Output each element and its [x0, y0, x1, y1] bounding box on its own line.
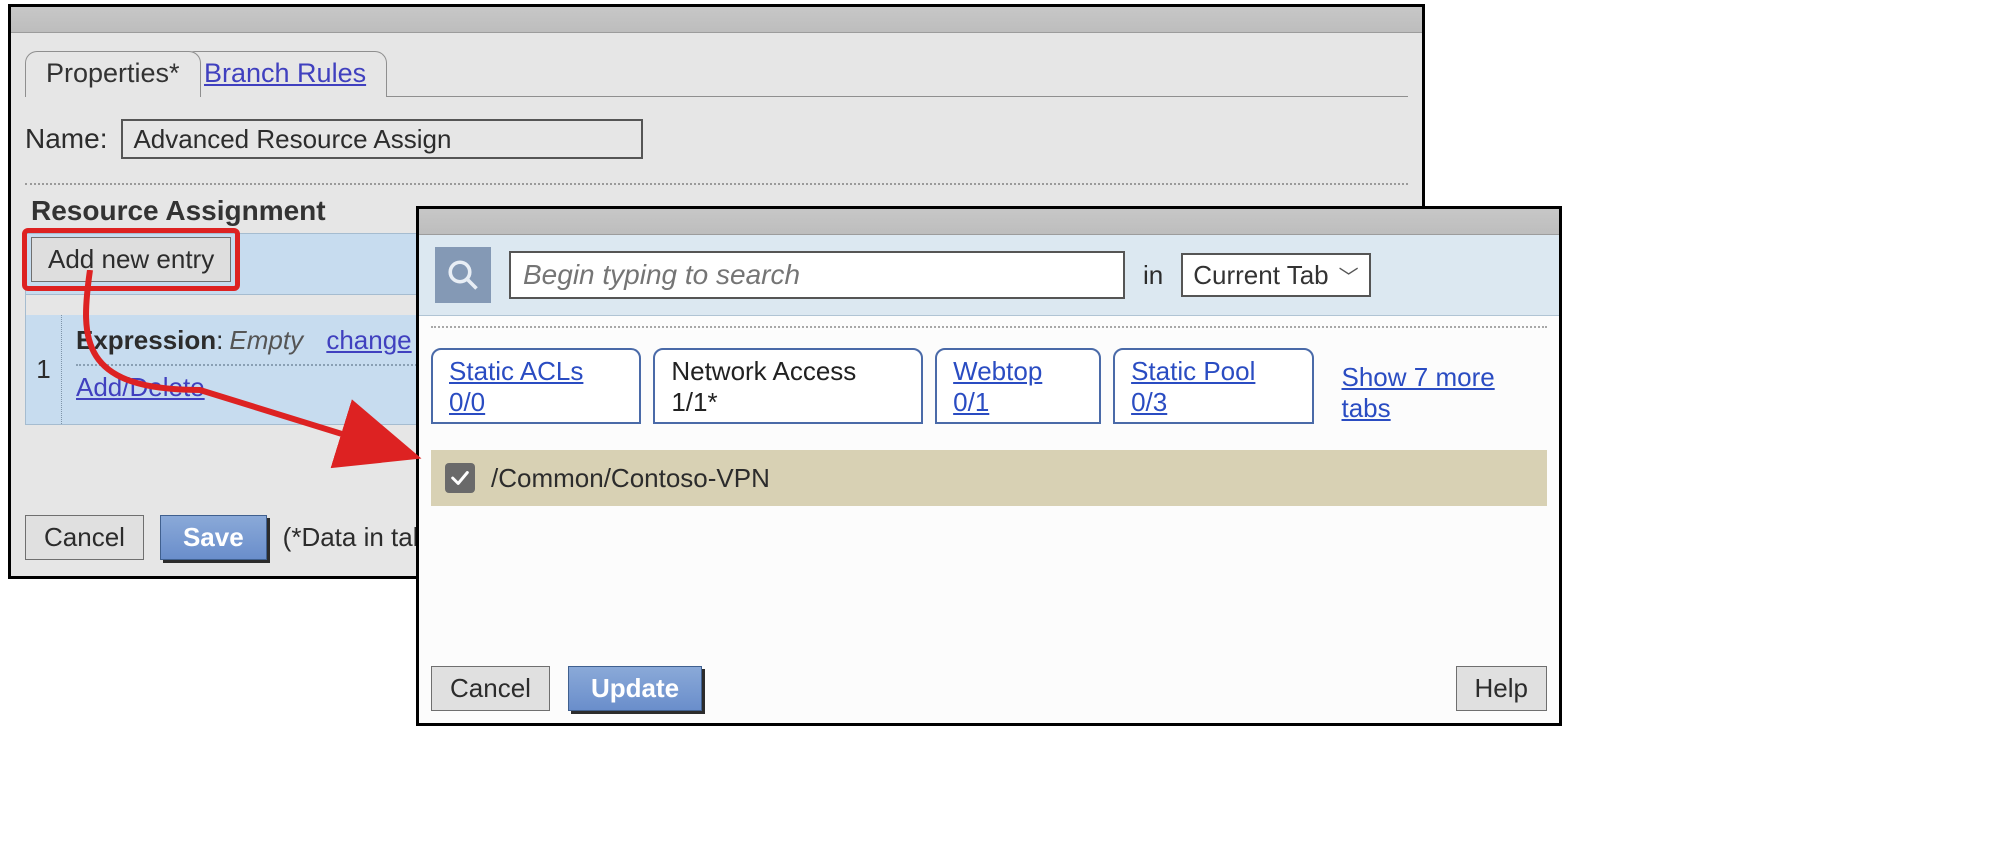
row-number: 1	[26, 315, 62, 424]
cancel-button[interactable]: Cancel	[25, 515, 144, 560]
name-input[interactable]	[121, 119, 643, 159]
tab-network-access[interactable]: Network Access 1/1*	[653, 348, 923, 424]
in-label: in	[1143, 260, 1163, 291]
update-button[interactable]: Update	[568, 666, 702, 711]
change-link[interactable]: change	[326, 325, 411, 355]
tab-branch-rules-label: Branch Rules	[204, 58, 366, 88]
tab-branch-rules[interactable]: Branch Rules	[183, 51, 387, 97]
tab-properties[interactable]: Properties*	[25, 51, 201, 97]
tab-static-acls[interactable]: Static ACLs 0/0	[431, 348, 641, 424]
resource-checkbox[interactable]	[445, 463, 475, 493]
name-row: Name:	[25, 119, 1408, 159]
resource-item-row: /Common/Contoso-VPN	[431, 450, 1547, 506]
add-entry-highlight: Add new entry	[22, 228, 240, 291]
tab-webtop[interactable]: Webtop 0/1	[935, 348, 1101, 424]
search-scope-select[interactable]: Current Tab ﹀	[1181, 253, 1370, 297]
titlebar[interactable]	[419, 209, 1559, 235]
tab-properties-label: Properties*	[46, 58, 180, 88]
cancel-button[interactable]: Cancel	[431, 666, 550, 711]
chevron-down-icon: ﹀	[1339, 261, 1359, 290]
search-icon[interactable]	[435, 247, 491, 303]
expression-label: Expression	[76, 325, 216, 355]
name-label: Name:	[25, 123, 107, 155]
search-band: in Current Tab ﹀	[419, 235, 1559, 316]
titlebar[interactable]	[11, 7, 1422, 33]
search-input[interactable]	[509, 251, 1125, 299]
resource-tabs: Static ACLs 0/0 Network Access 1/1* Webt…	[431, 348, 1547, 424]
tabs-row: Properties* Branch Rules	[25, 49, 1408, 97]
add-delete-link[interactable]: Add/Delete	[76, 372, 205, 402]
resource-select-dialog: in Current Tab ﹀ Static ACLs 0/0 Network…	[416, 206, 1562, 726]
add-new-entry-button[interactable]: Add new entry	[31, 237, 231, 282]
footer-right: Cancel Update Help	[431, 666, 1547, 711]
search-scope-value: Current Tab	[1193, 260, 1328, 291]
divider	[431, 326, 1547, 328]
expression-value: Empty	[229, 325, 303, 355]
resource-item-label: /Common/Contoso-VPN	[491, 463, 770, 494]
tab-static-pool[interactable]: Static Pool 0/3	[1113, 348, 1313, 424]
save-button[interactable]: Save	[160, 515, 267, 560]
show-more-tabs-link[interactable]: Show 7 more tabs	[1342, 362, 1548, 424]
help-button[interactable]: Help	[1456, 666, 1547, 711]
divider	[25, 183, 1408, 185]
